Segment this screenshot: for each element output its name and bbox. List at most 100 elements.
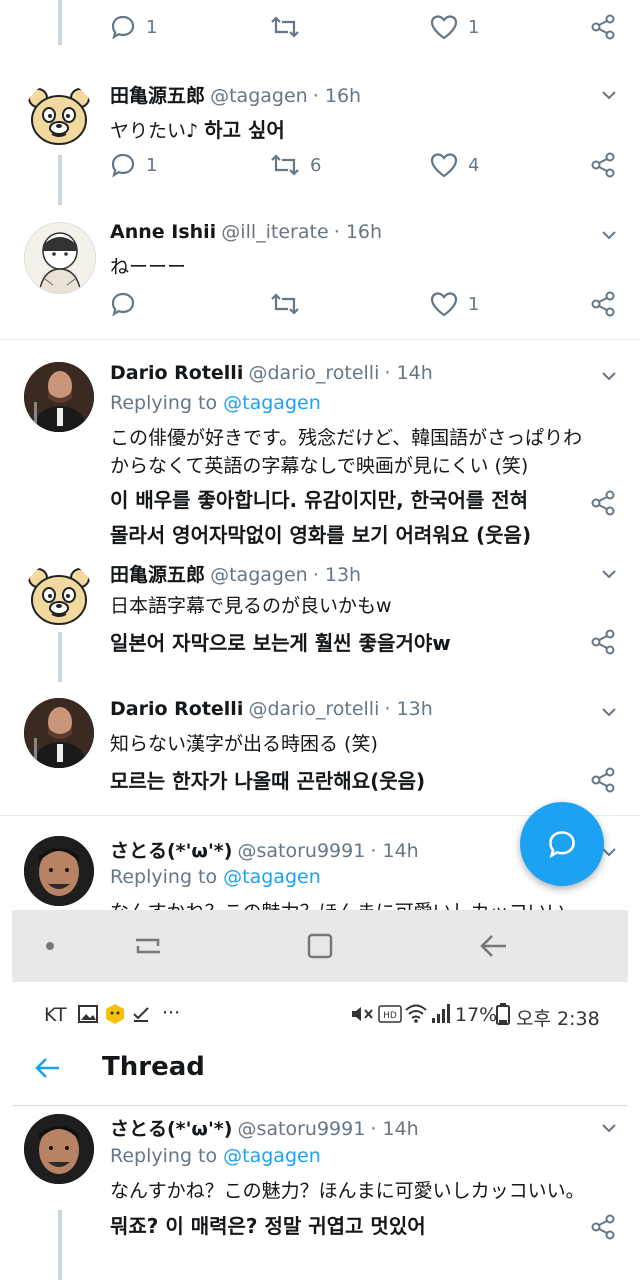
divider <box>0 339 640 340</box>
handle[interactable]: @satoru9991 <box>237 1118 365 1140</box>
chevron-down-icon[interactable] <box>602 705 616 719</box>
display-name[interactable]: Dario Rotelli <box>110 698 243 720</box>
reply-button[interactable] <box>110 289 146 319</box>
person-avatar-image <box>24 362 94 432</box>
replying-to-label: Replying to <box>110 866 224 888</box>
avatar[interactable] <box>24 562 94 632</box>
share-icon[interactable] <box>590 767 616 793</box>
tweet-text-ja: なんすかね？この魅力？ほんまに可愛いしカッコいい。 <box>110 897 585 910</box>
timestamp: · 13h <box>312 564 362 586</box>
timestamp: · 16h <box>312 85 362 107</box>
tweet-text-ja: 日本語字幕で見るのが良いかもw <box>110 595 392 617</box>
avatar[interactable] <box>24 698 94 768</box>
like-button[interactable]: 4 <box>430 150 479 180</box>
avatar[interactable] <box>24 1114 94 1184</box>
thread-line <box>58 155 62 205</box>
display-name[interactable]: 田亀源五郎 <box>110 85 205 107</box>
display-name[interactable]: さとる(*'ω'*) <box>110 1118 232 1140</box>
heart-icon <box>430 15 458 40</box>
signal-icon <box>432 1004 450 1023</box>
retweet-count: 6 <box>310 154 322 176</box>
reply-icon <box>111 153 135 178</box>
timestamp: · 14h <box>370 1118 419 1140</box>
mute-icon <box>352 1007 373 1021</box>
reply-count: 1 <box>146 154 158 176</box>
display-name[interactable]: Anne Ishii <box>110 221 216 243</box>
thread-line <box>58 0 62 45</box>
retweet-button[interactable] <box>270 289 310 319</box>
tweet-text-kr: 일본어 자막으로 보는게 훨씬 좋을거야w <box>110 631 451 655</box>
handle[interactable]: @dario_rotelli <box>248 698 379 720</box>
chevron-down-icon[interactable] <box>602 88 616 102</box>
share-icon[interactable] <box>590 14 616 40</box>
tweet-text-ja: なんすかね？この魅力？ほんまに可愛いしカッコいい。 <box>110 1180 585 1202</box>
retweet-icon <box>271 293 299 315</box>
chevron-down-icon[interactable] <box>602 845 616 859</box>
chevron-down-icon[interactable] <box>602 1121 616 1135</box>
like-button[interactable]: 1 <box>430 289 479 319</box>
drawn-avatar-image <box>25 223 95 293</box>
display-name[interactable]: 田亀源五郎 <box>110 564 205 586</box>
avatar[interactable] <box>24 362 94 432</box>
retweet-button[interactable] <box>270 12 310 42</box>
person-avatar-image <box>24 1114 94 1184</box>
replying-to-link[interactable]: @tagagen <box>223 866 321 888</box>
clock: 오후 2:38 <box>516 1008 600 1030</box>
replying-to: Replying to @tagagen <box>110 866 321 888</box>
tweet-header: Anne Ishii @ill_iterate · 16h <box>110 221 382 243</box>
tweet-actions: 1 6 4 <box>110 150 620 180</box>
tweet-header: さとる(*'ω'*) @satoru9991 · 14h <box>110 1114 419 1141</box>
timestamp: · 14h <box>384 362 433 384</box>
replying-to-link[interactable]: @tagagen <box>223 392 321 414</box>
recent-apps-icon[interactable] <box>130 932 166 960</box>
chevron-down-icon[interactable] <box>602 369 616 383</box>
like-count: 4 <box>468 154 480 176</box>
hd-voice-icon: HD <box>378 1005 402 1023</box>
home-icon[interactable] <box>306 932 334 960</box>
replying-to-link[interactable]: @tagagen <box>223 1145 321 1167</box>
more-notifications: ··· <box>162 1002 181 1024</box>
avatar[interactable] <box>24 222 96 294</box>
tweet-header: 田亀源五郎 @tagagen · 13h <box>110 560 361 587</box>
dot-indicator-icon <box>46 942 54 950</box>
heart-icon <box>430 292 458 317</box>
compose-reply-icon <box>549 831 575 859</box>
retweet-button[interactable]: 6 <box>270 150 321 180</box>
reply-button[interactable]: 1 <box>110 12 157 42</box>
chevron-down-icon[interactable] <box>602 228 616 242</box>
retweet-icon <box>271 16 299 38</box>
back-arrow-icon[interactable] <box>34 1056 62 1080</box>
tweet-header: さとる(*'ω'*) @satoru9991 · 14h <box>110 836 419 863</box>
handle[interactable]: @tagagen <box>210 85 308 107</box>
tweet-header: Dario Rotelli @dario_rotelli · 13h <box>110 698 433 720</box>
divider <box>12 1105 628 1106</box>
share-icon[interactable] <box>590 152 616 178</box>
replying-to-label: Replying to <box>110 1145 224 1167</box>
handle[interactable]: @ill_iterate <box>221 221 328 243</box>
person-avatar-image <box>24 698 94 768</box>
reply-button[interactable]: 1 <box>110 150 157 180</box>
compose-reply-button[interactable] <box>520 802 604 886</box>
avatar[interactable] <box>24 82 94 152</box>
handle[interactable]: @satoru9991 <box>237 840 365 862</box>
svg-text:HD: HD <box>383 1011 397 1021</box>
share-icon[interactable] <box>590 490 616 516</box>
reply-icon <box>111 15 135 40</box>
like-button[interactable]: 1 <box>430 12 479 42</box>
share-icon[interactable] <box>590 1214 616 1240</box>
gallery-icon <box>78 1005 98 1023</box>
wifi-icon <box>405 1004 427 1023</box>
share-icon[interactable] <box>590 629 616 655</box>
avatar[interactable] <box>24 836 94 906</box>
reply-icon <box>111 292 135 317</box>
replying-to: Replying to @tagagen <box>110 1145 321 1167</box>
display-name[interactable]: Dario Rotelli <box>110 362 243 384</box>
handle[interactable]: @dario_rotelli <box>248 362 379 384</box>
share-icon[interactable] <box>590 291 616 317</box>
display-name[interactable]: さとる(*'ω'*) <box>110 840 232 862</box>
tweet-text: ねーーー <box>110 256 187 278</box>
chevron-down-icon[interactable] <box>602 567 616 581</box>
handle[interactable]: @tagagen <box>210 564 308 586</box>
back-nav-icon[interactable] <box>478 932 508 960</box>
tweet-text-line: この俳優が好きです。残念だけど、韓国語がさっぱりわ <box>110 427 583 449</box>
